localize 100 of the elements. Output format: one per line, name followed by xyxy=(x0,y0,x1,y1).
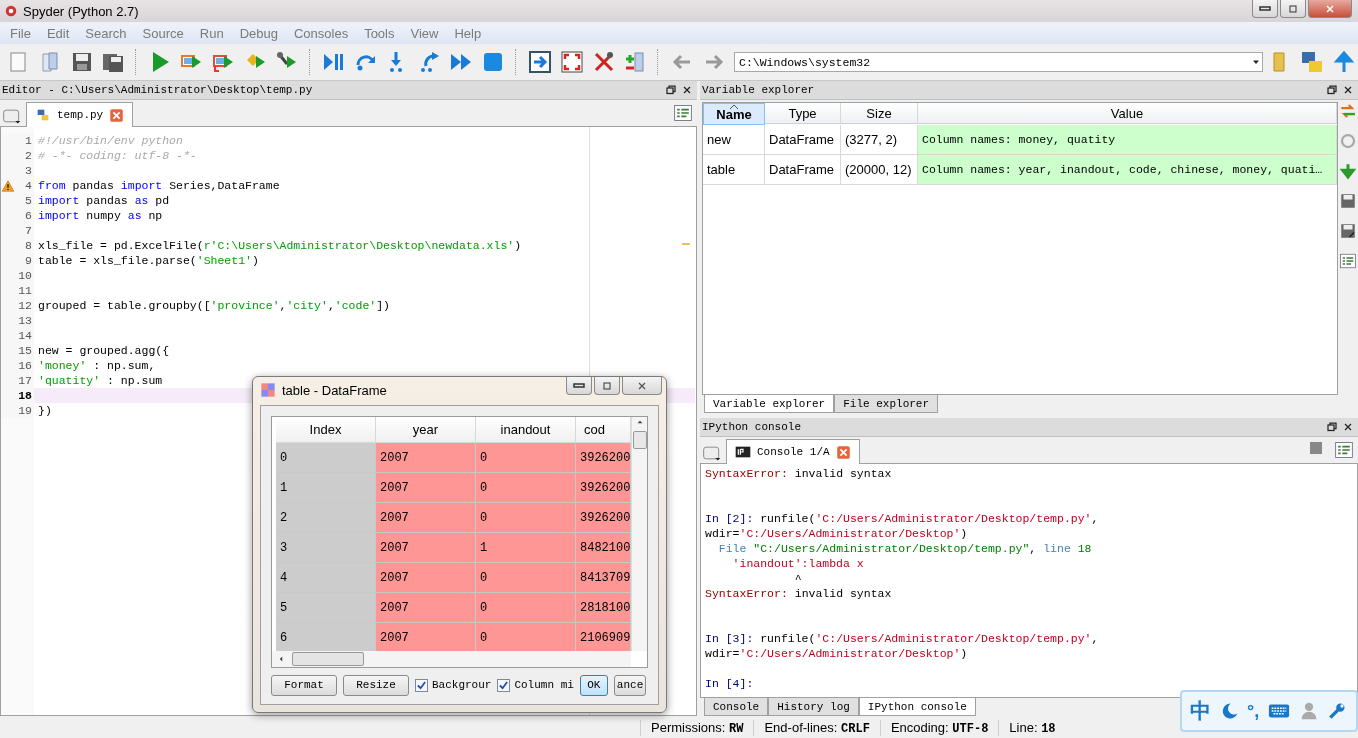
ime-punctuation[interactable]: °, xyxy=(1247,700,1260,722)
tab-close-icon[interactable] xyxy=(109,107,125,123)
line-number: 10 xyxy=(18,269,32,282)
stop-kernel-icon[interactable] xyxy=(1308,440,1324,456)
undock-icon[interactable] xyxy=(665,84,677,96)
table-cell: new xyxy=(703,125,765,155)
refresh-icon[interactable] xyxy=(1339,132,1357,150)
options-menu-icon[interactable] xyxy=(673,103,693,123)
column-header[interactable]: Type xyxy=(765,103,841,124)
undock-icon[interactable] xyxy=(1326,84,1338,96)
console-line: File "C:/Users/Administrator/Desktop/temp.py", line 18 xyxy=(717,541,1092,556)
menu-item[interactable]: Tools xyxy=(356,25,403,41)
line-number: 7 xyxy=(25,224,32,237)
menu-item[interactable]: Consoles xyxy=(285,25,357,41)
menu-item[interactable]: File xyxy=(2,25,39,41)
menu-item[interactable]: View xyxy=(402,25,447,41)
minimize-button[interactable] xyxy=(566,377,592,395)
column-header[interactable]: inandout xyxy=(476,417,576,443)
status-item: End-of-lines: CRLF xyxy=(753,719,880,736)
pane-tab[interactable]: Console xyxy=(704,698,769,716)
minimize-button[interactable] xyxy=(1252,0,1278,18)
menu-item[interactable]: Edit xyxy=(38,25,78,41)
menu-item[interactable]: Run xyxy=(191,25,232,41)
options-menu-icon[interactable] xyxy=(1339,252,1357,270)
table-cell: 2818100 xyxy=(576,593,631,623)
import-data-icon[interactable] xyxy=(1339,102,1357,120)
restore-icon xyxy=(1286,2,1300,15)
line-number: 5 xyxy=(25,194,32,207)
dialog-button[interactable]: ance xyxy=(613,674,647,696)
menu-item[interactable]: Source xyxy=(134,25,192,41)
dialog-button[interactable]: OK xyxy=(579,674,608,696)
tab-close-icon[interactable] xyxy=(835,444,851,460)
maximize-pane-button[interactable] xyxy=(526,48,554,76)
console-line: In [3]: runfile('C:/Users/Administrator/Desktop/temp.py', xyxy=(705,631,1099,646)
maximize-button[interactable] xyxy=(594,377,620,395)
dialog-button[interactable]: Resize xyxy=(343,674,409,696)
pane-tab[interactable]: Variable explorer xyxy=(704,395,835,413)
download-icon[interactable] xyxy=(1339,162,1357,180)
line-number: 17 xyxy=(18,374,32,387)
close-icon[interactable] xyxy=(1342,421,1354,433)
console-line: wdir='C:/Users/Administrator/Desktop') xyxy=(705,646,968,661)
table-cell: DataFrame xyxy=(765,125,841,155)
checkbox[interactable] xyxy=(415,678,428,692)
restore-button[interactable] xyxy=(1280,0,1306,18)
checkbox-label[interactable]: Backgrour xyxy=(432,679,492,691)
line-number: 2 xyxy=(25,149,32,162)
column-header[interactable]: cod xyxy=(576,417,631,443)
minimize-icon xyxy=(573,383,585,388)
scrollbar-thumb[interactable] xyxy=(632,431,647,449)
undock-icon[interactable] xyxy=(1326,421,1338,433)
column-header[interactable]: Name xyxy=(703,103,765,125)
pane-tab[interactable]: File explorer xyxy=(834,395,939,413)
close-icon[interactable] xyxy=(681,84,693,96)
console-line: In [4]: xyxy=(705,676,754,691)
column-header[interactable]: Index xyxy=(276,417,376,443)
table-cell: 0 xyxy=(476,593,576,623)
code-line: grouped = table.groupby(['province','city','code']) xyxy=(37,298,390,313)
menu-item[interactable]: Search xyxy=(77,25,135,41)
close-button[interactable] xyxy=(1308,0,1352,18)
code-line: 'money' : np.sum, xyxy=(37,358,156,373)
dialog-button[interactable]: Format xyxy=(271,674,337,696)
line-number: 18 xyxy=(18,389,32,402)
code-line: table = xls_file.parse('Sheet1') xyxy=(37,253,259,268)
column-header[interactable]: year xyxy=(376,417,476,443)
table-cell: 2007 xyxy=(376,533,476,563)
ime-language[interactable]: 中 xyxy=(1190,697,1211,725)
console-tab[interactable]: Console 1/A xyxy=(726,439,860,464)
code-line: import numpy as np xyxy=(37,208,163,223)
python-icon xyxy=(1300,50,1325,74)
console-line: wdir='C:/Users/Administrator/Desktop') xyxy=(705,526,968,541)
options-menu-icon[interactable] xyxy=(1334,440,1354,460)
window-title: Spyder (Python 2.7) xyxy=(23,3,139,19)
pane-tab[interactable]: History log xyxy=(768,698,859,716)
status-item: Encoding: UTF-8 xyxy=(879,719,999,736)
table-cell: Column names: year, inandout, code, chinese, money, quati… xyxy=(918,155,1337,185)
scrollbar-thumb[interactable] xyxy=(292,652,364,666)
checkbox[interactable] xyxy=(497,678,511,692)
line-number: 16 xyxy=(18,359,32,372)
maximize-icon xyxy=(600,379,614,392)
close-button[interactable] xyxy=(622,377,662,395)
save-data-as-icon[interactable] xyxy=(1339,222,1357,240)
table-cell: Column names: money, quatity xyxy=(918,125,1337,155)
console-line: ^ xyxy=(793,571,802,586)
pane-tab[interactable]: IPython console xyxy=(858,698,976,716)
table-cell: DataFrame xyxy=(765,155,841,185)
file-tab[interactable]: temp.py xyxy=(26,102,134,127)
code-line: 'quatity' : np.sum xyxy=(37,373,163,388)
close-icon[interactable] xyxy=(1342,84,1354,96)
menu-item[interactable]: Debug xyxy=(231,25,286,41)
up-arrow-icon xyxy=(1332,50,1357,74)
menu-item[interactable]: Help xyxy=(446,25,490,41)
code-line: # -*- coding: utf-8 -*- xyxy=(37,148,197,163)
save-data-icon[interactable] xyxy=(1339,192,1357,210)
line-number: 1 xyxy=(25,134,32,147)
table-cell: 2007 xyxy=(376,593,476,623)
column-header[interactable]: Size xyxy=(841,103,918,124)
checkbox-label[interactable]: Column mi xyxy=(514,679,574,691)
column-header[interactable]: Value xyxy=(918,103,1337,124)
path-combo[interactable]: C:\Windows\system32 xyxy=(734,52,1263,72)
python-file-icon xyxy=(35,107,51,123)
